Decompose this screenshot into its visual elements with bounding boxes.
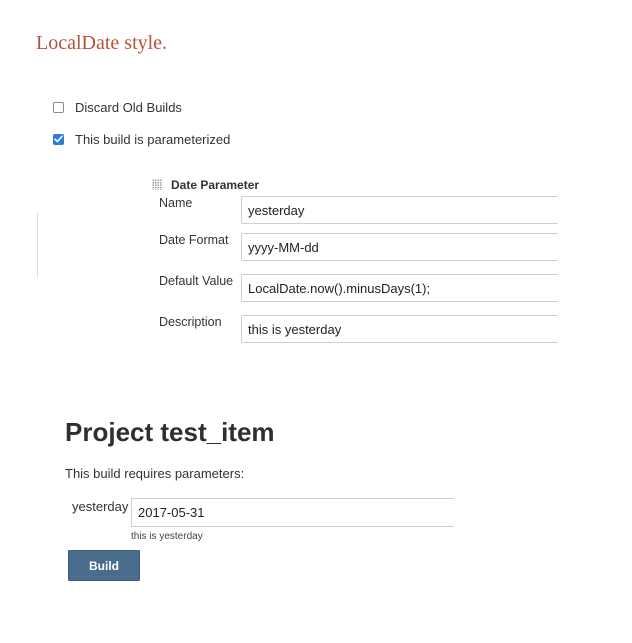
project-title: Project test_item	[65, 417, 275, 447]
yesterday-param-input[interactable]	[131, 498, 454, 527]
parameter-fields	[0, 0, 558, 360]
description-input[interactable]	[241, 315, 558, 343]
date-format-input[interactable]	[241, 233, 558, 261]
build-button[interactable]: Build	[68, 550, 140, 581]
yesterday-param-label: yesterday	[72, 499, 129, 514]
requires-parameters-text: This build requires parameters:	[65, 466, 245, 481]
yesterday-param-description: this is yesterday	[131, 531, 203, 542]
name-input[interactable]	[241, 196, 558, 224]
default-value-input[interactable]	[241, 274, 558, 302]
